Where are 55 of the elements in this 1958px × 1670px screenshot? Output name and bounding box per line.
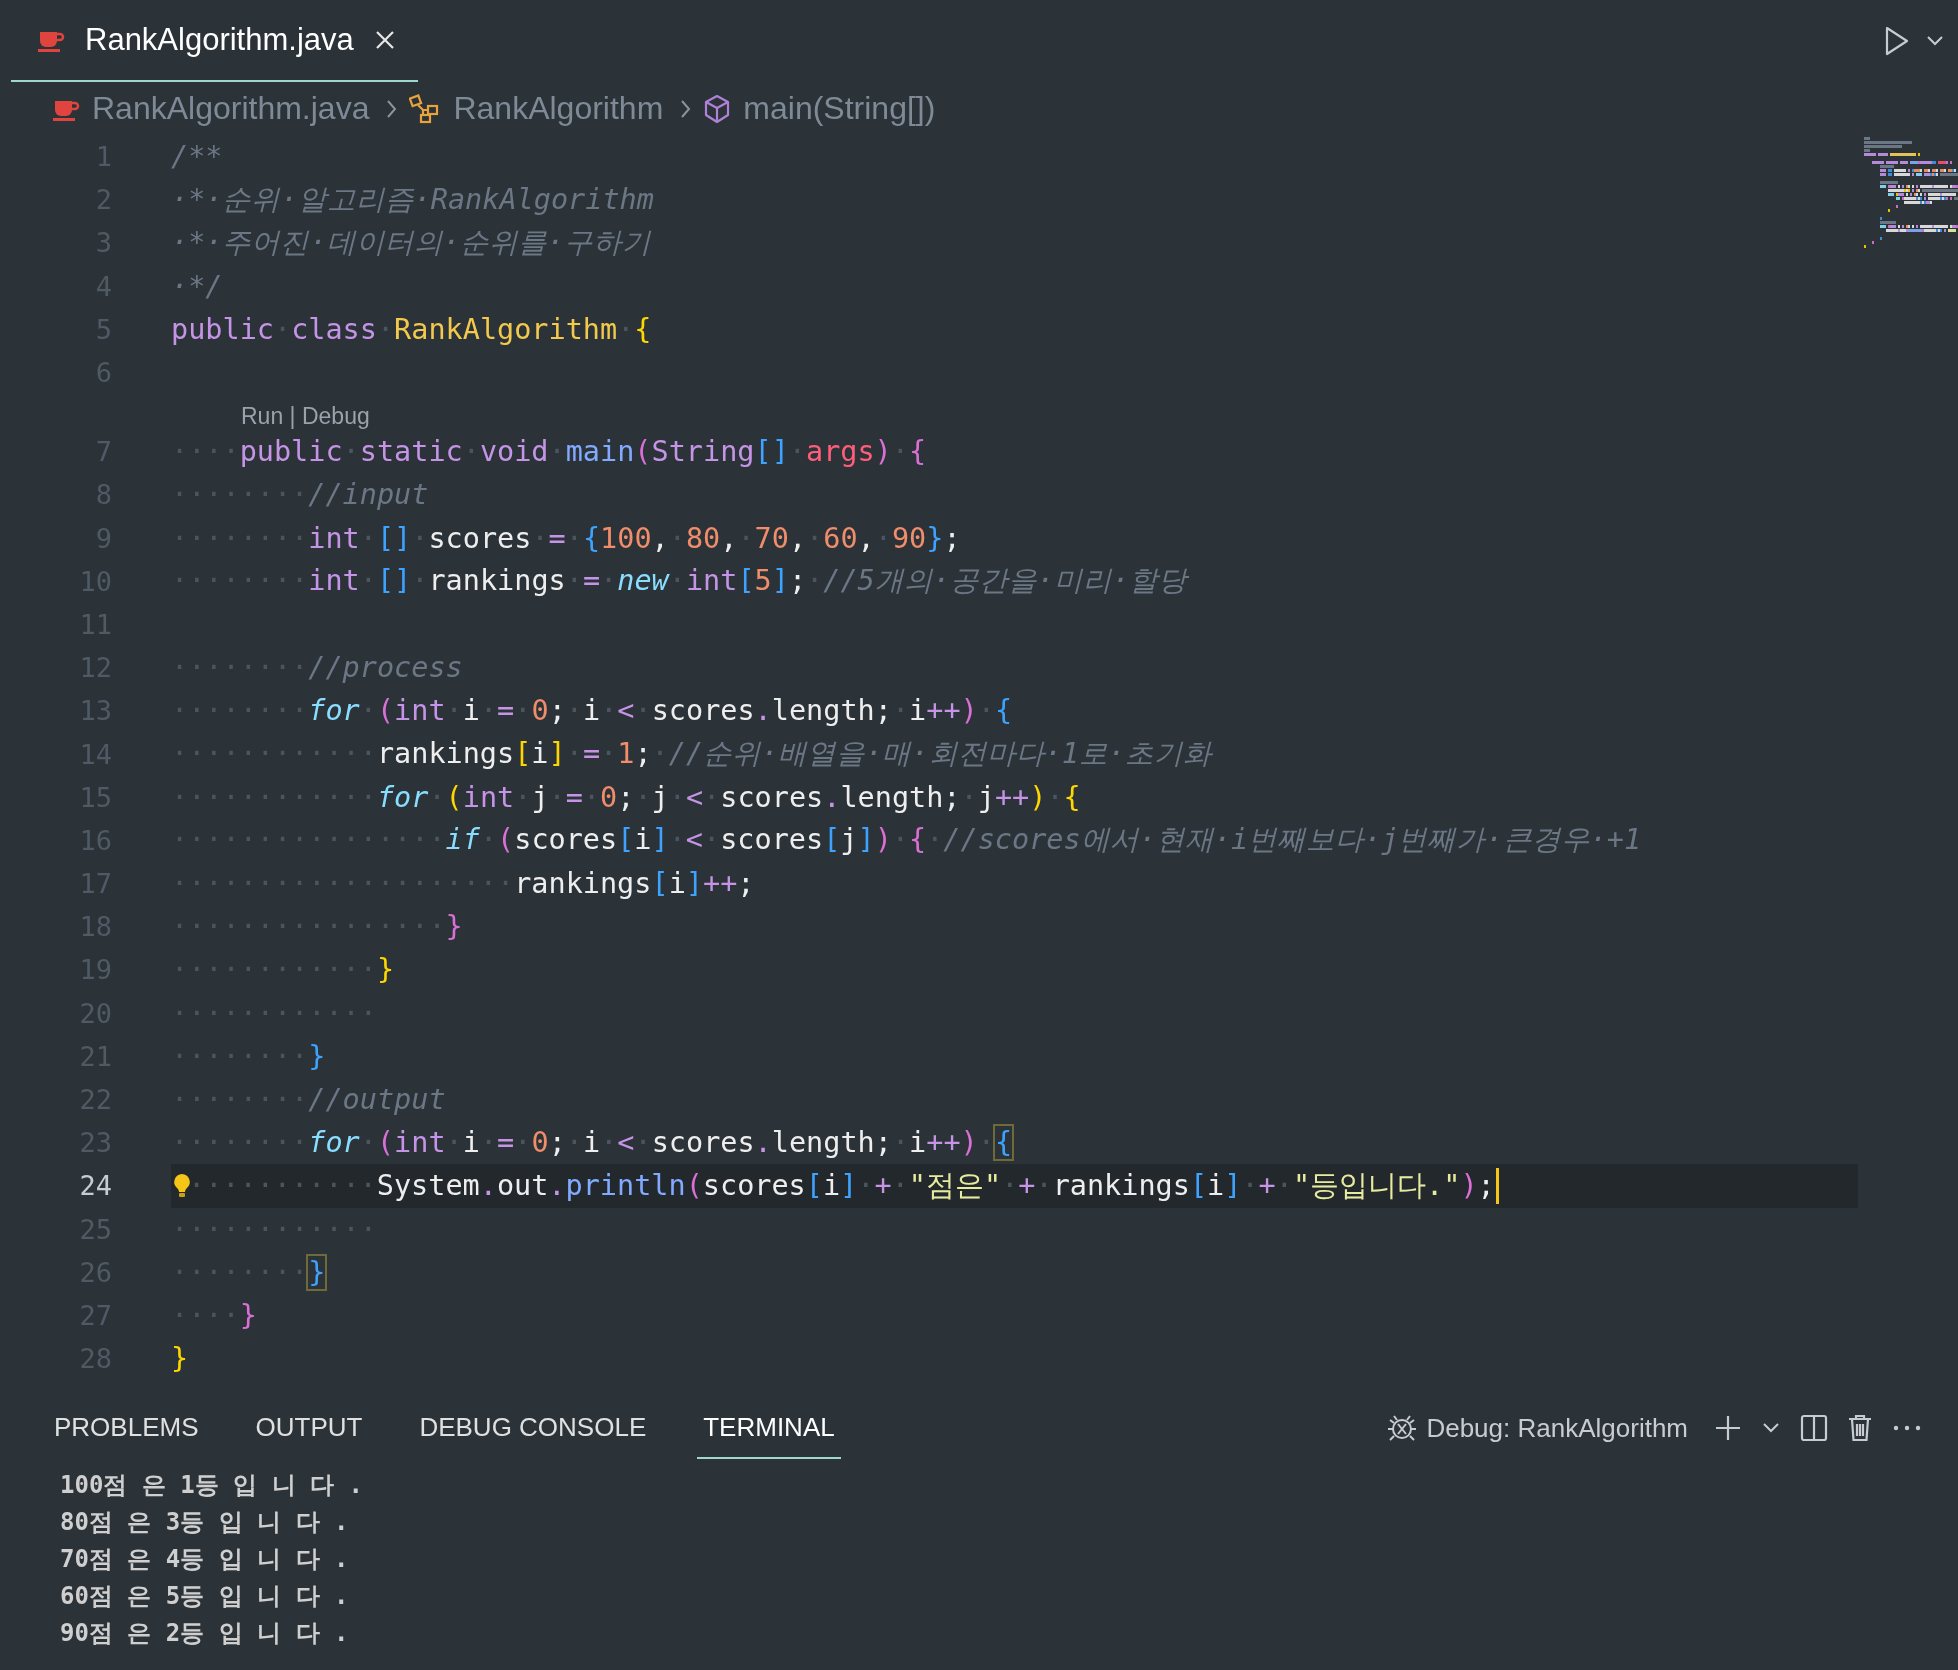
code-line: ············ — [171, 1212, 377, 1246]
code-line: ········//input — [171, 478, 429, 512]
editor-tab[interactable]: RankAlgorithm.java — [11, 0, 418, 82]
code-line: ········for·(int·i·=·0;·i·<·scores.length;·i++)·{ — [171, 1126, 1013, 1160]
code-line: /** — [171, 140, 223, 174]
code-line: ········for·(int·i·=·0;·i·<·scores.length;·i++)·{ — [171, 694, 1013, 728]
code-line: ·*·순위·알고리즘·RankAlgorithm — [171, 181, 654, 218]
code-line: ····} — [171, 1298, 257, 1332]
trash-icon[interactable] — [1848, 1414, 1872, 1442]
chevron-down-icon[interactable] — [1926, 35, 1944, 47]
code-line: ········//process — [171, 651, 463, 685]
code-line: ················} — [171, 910, 463, 944]
chevron-right-icon — [679, 98, 692, 119]
run-icon[interactable] — [1884, 26, 1910, 56]
code-line: ············for·(int·j·=·0;·j·<·scores.length;·j++)·{ — [171, 780, 1081, 814]
terminal-output-line: 80점 은 3등 입 니 다 . — [60, 1507, 350, 1538]
code-line: ········} — [171, 1039, 326, 1073]
panel-tab[interactable]: DEBUG CONSOLE — [413, 1397, 653, 1459]
code-line: ············} — [171, 953, 395, 987]
code-line: ················if·(scores[i]·<·scores[j])·{·//scores에서·현재·i번째보다·j번째가·큰경우·+1 — [171, 822, 1642, 859]
panel-tab[interactable]: OUTPUT — [249, 1397, 369, 1459]
split-panel-icon[interactable] — [1800, 1414, 1828, 1442]
chevron-down-icon[interactable] — [1762, 1422, 1780, 1434]
code-line: ·*/ — [171, 269, 223, 303]
code-line: ············ — [171, 996, 377, 1030]
terminal-output-line: 100점 은 1등 입 니 다 . — [60, 1470, 364, 1501]
code-line: } — [171, 1342, 189, 1376]
breadcrumb-item[interactable]: main(String[]) — [743, 90, 936, 127]
code-line: ········int·[]·scores·=·{100,·80,·70,·60,·90}; — [171, 521, 961, 555]
lightbulb-icon[interactable] — [171, 1171, 193, 1200]
code-line: ········//output — [171, 1083, 446, 1117]
panel-tab[interactable]: PROBLEMS — [48, 1397, 205, 1459]
close-icon[interactable] — [373, 29, 396, 51]
code-line: ············rankings[i]·=·1;·//순위·배열을·매·회전마다·1로·초기화 — [171, 736, 1212, 773]
terminal-output-line: 70점 은 4등 입 니 다 . — [60, 1544, 350, 1575]
code-line: ········int·[]·rankings·=·new·int[5];·//5개의·공간을·미리·할당 — [171, 563, 1188, 600]
code-line: ········} — [171, 1255, 326, 1289]
plus-icon[interactable] — [1714, 1414, 1742, 1442]
chevron-right-icon — [385, 98, 398, 119]
terminal-selector[interactable]: Debug: RankAlgorithm — [1386, 1412, 1688, 1444]
cube-icon — [703, 93, 732, 124]
breadcrumb-item[interactable]: RankAlgorithm.java — [92, 90, 370, 127]
breadcrumb-item[interactable]: RankAlgorithm — [453, 90, 664, 127]
text-cursor — [1495, 1167, 1499, 1204]
more-icon[interactable] — [1892, 1424, 1922, 1432]
code-line: ·*·주어진·데이터의·순위를·구하기 — [171, 224, 651, 261]
codelens-link[interactable]: Run | Debug — [241, 403, 370, 431]
code-line: ···········System.out.println(scores[i]·+·"점은"·+·rankings[i]·+·"등입니다."); — [188, 1167, 1495, 1204]
line-number: 24 — [78, 1170, 112, 1202]
terminal-output-line: 90점 은 2등 입 니 다 . — [60, 1618, 350, 1649]
panel-tab[interactable]: TERMINAL — [697, 1397, 841, 1459]
code-line: ····················rankings[i]++; — [171, 867, 755, 901]
code-line: ····public·static·void·main(String[]·args)·{ — [171, 435, 927, 469]
code-line: public·class·RankAlgorithm·{ — [171, 312, 652, 346]
terminal-output-line: 60점 은 5등 입 니 다 . — [60, 1581, 350, 1612]
